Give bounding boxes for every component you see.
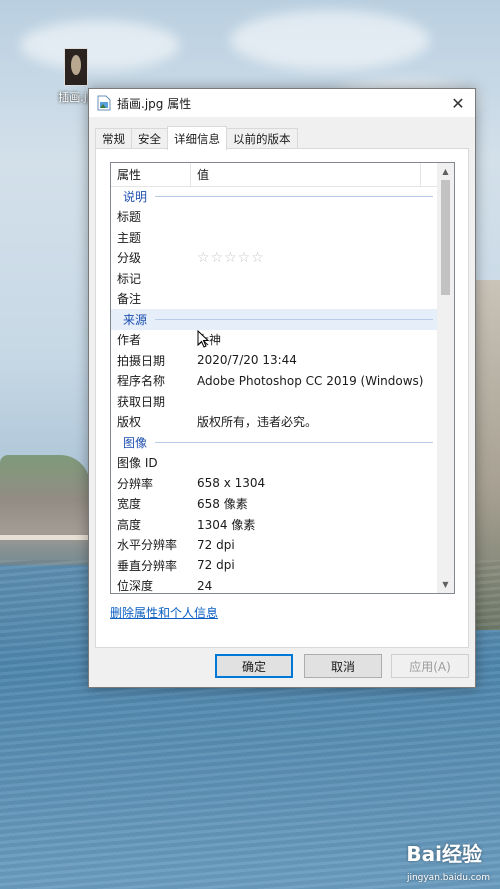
tab-label: 以前的版本 [233, 132, 291, 146]
property-list[interactable]: 属性 值 说明 标题 主题 分级 ☆☆☆☆☆ 标记 备注 来源 作者 大神 拍摄日期… [110, 162, 455, 594]
property-value: 24 [197, 578, 213, 593]
apply-button[interactable]: 应用(A) [391, 654, 469, 678]
list-item[interactable]: 标题 [111, 207, 439, 228]
list-item[interactable]: 备注 [111, 289, 439, 310]
tab-label: 常规 [102, 132, 125, 146]
list-item[interactable]: 分辨率 658 x 1304 [111, 473, 439, 494]
group-header-image[interactable]: 图像 [111, 432, 439, 453]
scrollbar-thumb[interactable] [441, 180, 450, 295]
property-name: 程序名称 [117, 374, 166, 389]
scroll-up-button[interactable]: ▲ [437, 163, 454, 180]
close-button[interactable]: ✕ [441, 89, 475, 117]
list-item[interactable]: 宽度 658 像素 [111, 494, 439, 515]
property-name: 水平分辨率 [117, 538, 178, 553]
tab-label: 安全 [138, 132, 161, 146]
property-value: 72 dpi [197, 558, 235, 573]
cloud [230, 10, 430, 70]
button-label: 确定 [241, 659, 266, 674]
column-label: 值 [197, 168, 210, 182]
cloud [20, 20, 180, 70]
list-header: 属性 值 [111, 163, 454, 187]
window-title: 插画.jpg 属性 [117, 96, 192, 111]
list-item[interactable]: 垂直分辨率 72 dpi [111, 555, 439, 576]
column-label: 属性 [117, 168, 142, 182]
tab-general[interactable]: 常规 [95, 128, 132, 149]
list-item[interactable]: 图像 ID [111, 453, 439, 474]
group-header-origin[interactable]: 来源 [111, 309, 439, 330]
list-item[interactable]: 分级 ☆☆☆☆☆ [111, 248, 439, 269]
list-item[interactable]: 标记 [111, 268, 439, 289]
image-file-icon [97, 95, 111, 111]
column-header-property[interactable]: 属性 [111, 163, 191, 186]
cancel-button[interactable]: 取消 [304, 654, 382, 678]
baidu-watermark-logo: Bai经验 [406, 842, 482, 866]
property-name: 获取日期 [117, 394, 166, 409]
property-value: 版权所有，违者必究。 [197, 415, 318, 430]
properties-dialog: 插画.jpg 属性 ✕ 常规 安全 详细信息 以前的版本 属性 值 说明 标题 … [88, 88, 476, 688]
tab-strip: 常规 安全 详细信息 以前的版本 [95, 126, 298, 150]
property-name: 标记 [117, 271, 142, 286]
property-name: 备注 [117, 292, 142, 307]
image-thumbnail-icon [64, 48, 88, 86]
property-name: 图像 ID [117, 456, 158, 471]
watermark-url: jingyan.baidu.com [406, 873, 490, 883]
property-name: 作者 [117, 333, 142, 348]
list-item[interactable]: 高度 1304 像素 [111, 514, 439, 535]
list-item[interactable]: 获取日期 [111, 391, 439, 412]
property-name: 标题 [117, 210, 142, 225]
property-name: 拍摄日期 [117, 353, 166, 368]
list-rows: 说明 标题 主题 分级 ☆☆☆☆☆ 标记 备注 来源 作者 大神 拍摄日期 2020/… [111, 186, 439, 594]
list-item[interactable]: 位深度 24 [111, 576, 439, 594]
property-name: 垂直分辨率 [117, 558, 178, 573]
bridge [0, 535, 90, 558]
property-name: 宽度 [117, 497, 142, 512]
property-name: 主题 [117, 230, 142, 245]
scroll-down-button[interactable]: ▼ [437, 576, 454, 593]
chevron-up-icon: ▲ [442, 167, 449, 176]
group-label: 来源 [123, 312, 148, 327]
list-item[interactable]: 拍摄日期 2020/7/20 13:44 [111, 350, 439, 371]
list-item[interactable]: 作者 大神 [111, 330, 439, 351]
ok-button[interactable]: 确定 [215, 654, 293, 678]
list-item[interactable]: 程序名称 Adobe Photoshop CC 2019 (Windows) [111, 371, 439, 392]
group-label: 图像 [123, 435, 148, 450]
property-value: 658 x 1304 [197, 476, 266, 491]
vertical-scrollbar[interactable]: ▲ ▼ [437, 163, 454, 593]
list-item[interactable]: 主题 [111, 227, 439, 248]
list-item[interactable]: 水平分辨率 72 dpi [111, 535, 439, 556]
property-value: 2020/7/20 13:44 [197, 353, 297, 368]
chevron-down-icon: ▼ [442, 580, 449, 589]
property-name: 位深度 [117, 579, 154, 594]
tab-details[interactable]: 详细信息 [167, 126, 227, 150]
property-value: Adobe Photoshop CC 2019 (Windows) [197, 373, 424, 388]
mouse-cursor-icon [197, 329, 210, 351]
tab-label: 详细信息 [174, 131, 220, 146]
list-item[interactable]: 版权 版权所有，违者必究。 [111, 412, 439, 433]
property-name: 高度 [117, 517, 142, 532]
column-header-value[interactable]: 值 [191, 163, 421, 186]
rating-stars[interactable]: ☆☆☆☆☆ [191, 250, 439, 266]
details-panel: 属性 值 说明 标题 主题 分级 ☆☆☆☆☆ 标记 备注 来源 作者 大神 拍摄日期… [95, 148, 469, 648]
property-name: 分辨率 [117, 476, 154, 491]
button-label: 应用(A) [409, 659, 451, 674]
tab-previous-versions[interactable]: 以前的版本 [226, 128, 298, 149]
button-label: 取消 [330, 659, 355, 674]
group-label: 说明 [123, 189, 148, 204]
property-name: 版权 [117, 415, 142, 430]
property-value: 658 像素 [197, 497, 248, 512]
tab-security[interactable]: 安全 [131, 128, 168, 149]
property-name: 分级 [117, 251, 142, 266]
title-bar[interactable]: 插画.jpg 属性 ✕ [89, 89, 475, 117]
group-header-description[interactable]: 说明 [111, 186, 439, 207]
property-value: 大神 [197, 333, 222, 348]
close-icon: ✕ [451, 93, 465, 113]
property-value: 72 dpi [197, 537, 235, 552]
property-value: 1304 像素 [197, 517, 256, 532]
remove-properties-link[interactable]: 删除属性和个人信息 [110, 604, 218, 621]
